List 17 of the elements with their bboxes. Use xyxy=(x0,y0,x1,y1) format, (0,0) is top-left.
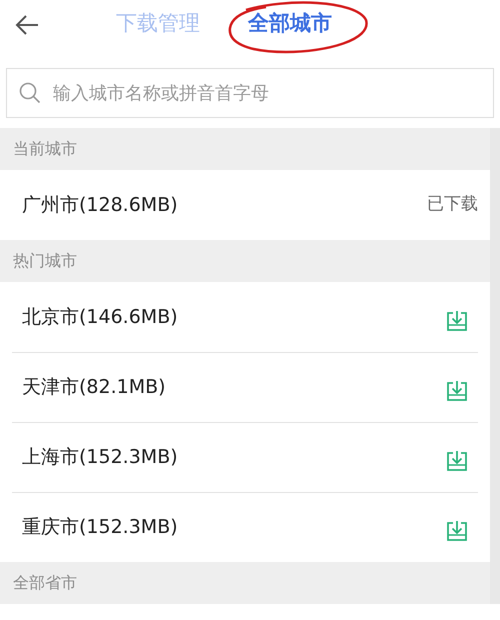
section-header: 全部省市 xyxy=(0,562,490,604)
city-row[interactable]: 上海市(152.3MB) xyxy=(0,422,490,492)
city-name: 上海市(152.3MB) xyxy=(22,444,178,470)
city-row[interactable]: 北京市(146.6MB) xyxy=(0,282,490,352)
city-name: 重庆市(152.3MB) xyxy=(22,514,178,540)
section-header: 当前城市 xyxy=(0,128,490,170)
city-name: 天津市(82.1MB) xyxy=(22,374,166,400)
city-name: 北京市(146.6MB) xyxy=(22,304,178,330)
city-name: 广州市(128.6MB) xyxy=(22,192,178,218)
city-row[interactable]: 广州市(128.6MB) 已下载 xyxy=(0,170,490,240)
download-status: 已下载 xyxy=(427,193,478,216)
search-bar[interactable]: 输入城市名称或拼音首字母 xyxy=(6,68,494,118)
tab[interactable]: 全部城市 xyxy=(244,8,336,40)
city-row[interactable]: 重庆市(152.3MB) xyxy=(0,492,490,562)
section-header: 热门城市 xyxy=(0,240,490,282)
search-icon xyxy=(19,82,41,104)
city-row[interactable]: 天津市(82.1MB) xyxy=(0,352,490,422)
